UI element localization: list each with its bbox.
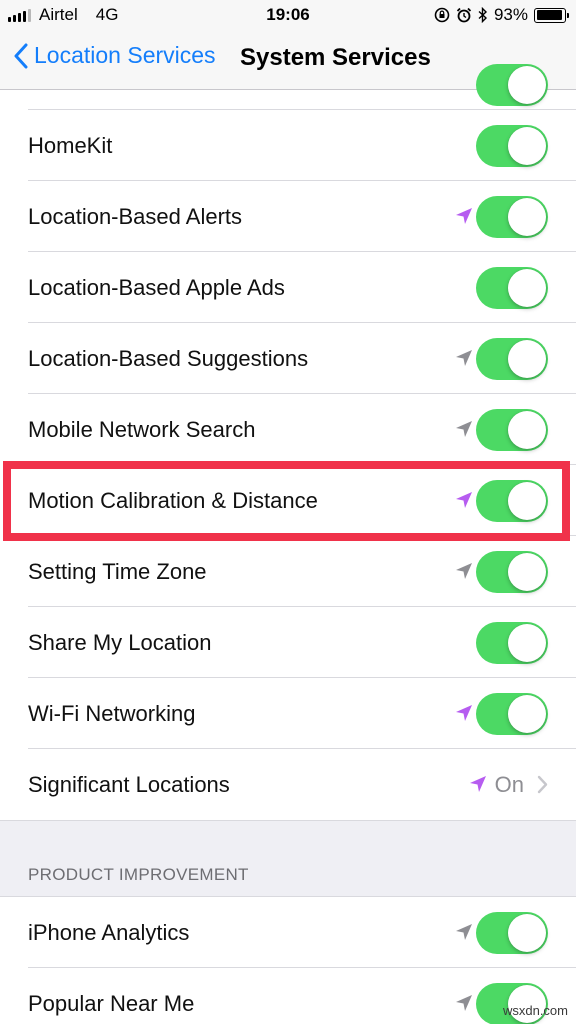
row-label: HomeKit (28, 133, 113, 158)
section-header: PRODUCT IMPROVEMENT (28, 865, 249, 884)
toggle-knob (508, 340, 546, 378)
rotation-lock-icon (434, 7, 450, 23)
toggle-knob (508, 482, 546, 520)
row-label: Location-Based Suggestions (28, 346, 309, 371)
system-services-list: HomeKit Location-Based Alerts Location-Bas… (0, 64, 576, 820)
settings-row: Location-Based Alerts (0, 181, 576, 252)
row-label: Location-Based Alerts (28, 204, 243, 229)
battery-percent: 93% (493, 5, 528, 24)
toggle-switch[interactable] (476, 64, 548, 106)
location-arrow-icon (454, 490, 474, 510)
settings-row: Location-Based Suggestions (0, 323, 576, 394)
settings-row: Popular Near Me (0, 968, 576, 1024)
toggle-knob (508, 198, 546, 236)
toggle-switch[interactable] (476, 480, 548, 522)
location-arrow-icon (454, 561, 474, 581)
toggle-knob (508, 553, 546, 591)
partial-row (0, 64, 576, 110)
page-title: System Services (240, 44, 431, 71)
settings-row: iPhone Analytics (0, 897, 576, 968)
status-bar: Airtel 4G 19:06 93% (0, 0, 576, 30)
toggle-switch[interactable] (476, 196, 548, 238)
settings-row: Setting Time Zone (0, 536, 576, 607)
toggle-knob (508, 269, 546, 307)
toggle-knob (508, 66, 546, 104)
row-label: Location-Based Apple Ads (28, 275, 285, 300)
settings-row: HomeKit (0, 110, 576, 181)
toggle-switch[interactable] (476, 622, 548, 664)
row-label: Share My Location (28, 630, 212, 655)
battery-level (536, 10, 562, 20)
back-button-label: Location Services (34, 42, 216, 68)
row-label: iPhone Analytics (28, 920, 190, 945)
bluetooth-icon (478, 7, 487, 23)
toggle-knob (508, 695, 546, 733)
settings-row: Share My Location (0, 607, 576, 678)
chevron-right-icon (537, 775, 548, 799)
toggle-knob (508, 914, 546, 952)
location-arrow-icon (454, 348, 474, 368)
location-arrow-icon (454, 993, 474, 1013)
back-button[interactable]: Location Services (14, 42, 216, 69)
toggle-switch[interactable] (476, 267, 548, 309)
status-right: 93% (434, 5, 569, 25)
toggle-switch[interactable] (476, 125, 548, 167)
row-label: Wi-Fi Networking (28, 701, 196, 726)
row-label: Popular Near Me (28, 991, 195, 1016)
settings-row: Wi-Fi Networking (0, 678, 576, 749)
location-arrow-icon (454, 419, 474, 439)
toggle-knob (508, 411, 546, 449)
location-arrow-icon (454, 922, 474, 942)
location-arrow-icon (468, 774, 488, 794)
product-improvement-list: iPhone Analytics Popular Near Me (0, 896, 576, 1024)
row-label: Setting Time Zone (28, 559, 207, 584)
settings-row: Location-Based Apple Ads (0, 252, 576, 323)
settings-row[interactable]: Significant Locations On (0, 749, 576, 820)
alarm-icon (456, 7, 472, 23)
location-arrow-icon (454, 703, 474, 723)
toggle-knob (508, 624, 546, 662)
settings-row: Motion Calibration & Distance (0, 465, 576, 536)
row-label: Motion Calibration & Distance (28, 488, 318, 513)
settings-row: Mobile Network Search (0, 394, 576, 465)
toggle-switch[interactable] (476, 409, 548, 451)
row-value: On (494, 772, 524, 797)
watermark: wsxdn.com (502, 1003, 568, 1018)
toggle-switch[interactable] (476, 912, 548, 954)
screen: Airtel 4G 19:06 93% Location Services Sy… (0, 0, 576, 1024)
toggle-switch[interactable] (476, 693, 548, 735)
location-arrow-icon (454, 206, 474, 226)
battery-icon (534, 7, 569, 23)
toggle-switch[interactable] (476, 551, 548, 593)
row-label: Significant Locations (28, 772, 230, 797)
row-label: Mobile Network Search (28, 417, 256, 442)
toggle-switch[interactable] (476, 338, 548, 380)
toggle-knob (508, 127, 546, 165)
chevron-left-icon (14, 43, 28, 68)
